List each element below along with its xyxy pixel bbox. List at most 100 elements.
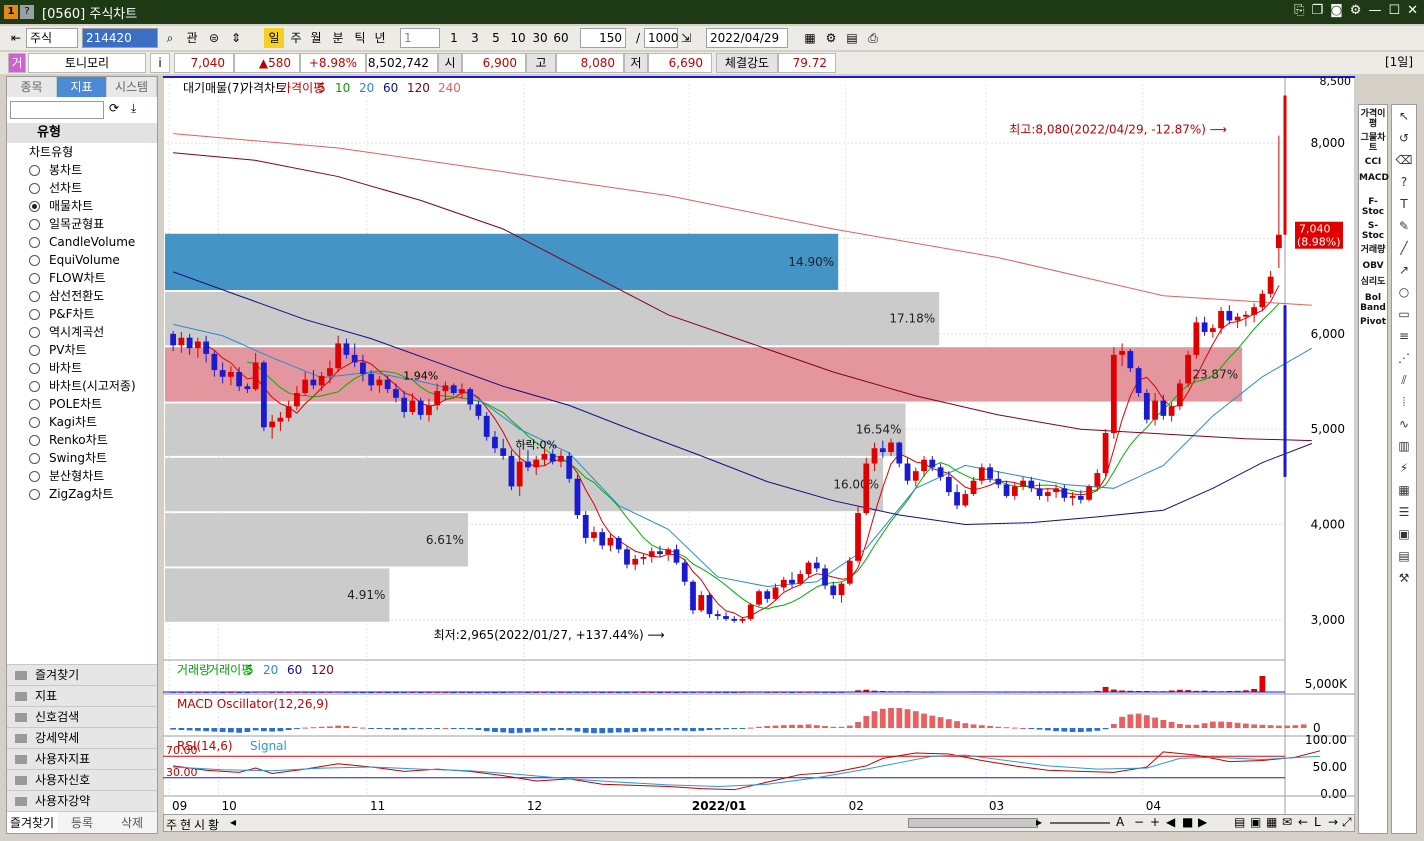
chart-type-option[interactable]: 봉차트 — [7, 161, 157, 179]
scroll-left-icon[interactable]: ◂ — [230, 815, 236, 829]
box-icon[interactable]: ▭ — [1392, 303, 1416, 325]
radio-icon[interactable] — [29, 165, 40, 176]
list-icon[interactable]: ☰ — [1392, 501, 1416, 523]
chart-type-option[interactable]: P&F차트 — [7, 305, 157, 323]
channel-icon[interactable]: ⫽ — [1392, 369, 1416, 391]
bottom-tab-2[interactable]: 현 — [180, 816, 191, 833]
chart-type-option[interactable]: 삼선전환도 — [7, 287, 157, 305]
pointer-icon[interactable]: ↖ — [1392, 105, 1416, 127]
table-icon[interactable]: ▦ — [1266, 815, 1277, 829]
chart-type-option[interactable]: 바차트(시고저종) — [7, 377, 157, 395]
chart-type-option[interactable]: Renko차트 — [7, 431, 157, 449]
left-menu-item[interactable]: 사용자강약 — [7, 790, 157, 811]
updown-icon[interactable]: ⇕ — [226, 28, 246, 48]
excel-icon[interactable]: ▤ — [1234, 815, 1245, 829]
indicator-button[interactable]: F-Stoc — [1359, 197, 1387, 217]
info-icon[interactable]: i — [150, 53, 170, 73]
indicator-button[interactable]: 그물차트 — [1359, 133, 1387, 153]
close-icon[interactable]: ✕ — [1407, 3, 1418, 18]
fibo-icon[interactable]: ≡ — [1392, 325, 1416, 347]
eraser-icon[interactable]: ⌫ — [1392, 149, 1416, 171]
next-icon[interactable]: → — [1328, 815, 1338, 829]
register-button[interactable]: 등록 — [57, 812, 107, 833]
radio-icon[interactable] — [29, 219, 40, 230]
gwan-button[interactable]: 관 — [182, 28, 202, 48]
chart-area[interactable]: 3,000 4,000 5,000 6,000 8,000 8,500 14.90% 17.1… — [163, 76, 1355, 834]
period-tick[interactable]: 틱 — [350, 28, 370, 48]
tree-sub-chart-type[interactable]: 차트유형 — [7, 143, 157, 161]
quick-interval-60[interactable]: 60 — [550, 28, 572, 48]
cycle-icon[interactable]: ⦙ — [1392, 391, 1416, 413]
radio-icon[interactable] — [29, 363, 40, 374]
left-menu-item[interactable]: 강세약세 — [7, 727, 157, 748]
radio-icon[interactable] — [29, 291, 40, 302]
bottom-tab-1[interactable]: 주 — [166, 816, 177, 833]
maximize-icon[interactable]: ☐ — [1388, 3, 1400, 18]
indicator-button[interactable]: OBV — [1359, 261, 1387, 273]
prev-icon[interactable]: ← — [1298, 815, 1308, 829]
config-icon[interactable]: ⚙ — [821, 28, 841, 48]
expand-icon[interactable]: ⤢ — [1342, 815, 1352, 830]
tab-favorites[interactable]: 즐겨찾기 — [7, 812, 57, 833]
link-icon[interactable]: ⎘ — [1294, 3, 1304, 18]
chart-type-option[interactable]: PV차트 — [7, 341, 157, 359]
indicator-button[interactable]: Bol Band — [1359, 293, 1387, 313]
search-icon[interactable]: ⌕ — [160, 28, 180, 48]
quick-interval-30[interactable]: 30 — [529, 28, 551, 48]
chart-type-option[interactable]: EquiVolume — [7, 251, 157, 269]
stop-icon[interactable]: ■ — [1182, 815, 1193, 829]
radio-icon[interactable] — [29, 399, 40, 410]
bottom-tab-4[interactable]: 황 — [208, 816, 219, 833]
play-icon[interactable]: ▶ — [1198, 815, 1207, 829]
tab-stock[interactable]: 종목 — [7, 77, 57, 97]
radio-icon[interactable] — [29, 417, 40, 428]
help-icon[interactable]: ? — [20, 5, 34, 19]
quick-interval-3[interactable]: 3 — [465, 28, 485, 48]
mail-icon[interactable]: ✉ — [1282, 815, 1292, 829]
quick-interval-10[interactable]: 10 — [507, 28, 529, 48]
zoom-plus-icon[interactable]: + — [1150, 815, 1160, 829]
radio-icon[interactable] — [29, 237, 40, 248]
chart-type-option[interactable]: CandleVolume — [7, 233, 157, 251]
quick-interval-1[interactable]: 1 — [444, 28, 464, 48]
step-back-icon[interactable]: ◀ — [1166, 815, 1175, 829]
chart-icon[interactable]: ▥ — [1392, 435, 1416, 457]
radio-icon[interactable] — [29, 273, 40, 284]
left-menu-item[interactable]: 즐겨찾기 — [7, 664, 157, 685]
chart-type-option[interactable]: 일목균형표 — [7, 215, 157, 233]
radio-icon[interactable] — [29, 309, 40, 320]
tree-head-type[interactable]: 유형 — [7, 123, 157, 143]
period-minute[interactable]: 분 — [328, 28, 348, 48]
refresh-icon[interactable]: ⟳ — [109, 101, 119, 115]
download-icon[interactable]: ⤓ — [131, 101, 136, 116]
radio-icon[interactable] — [29, 255, 40, 266]
left-menu-item[interactable]: 신호검색 — [7, 706, 157, 727]
indicator-button[interactable]: MACD — [1359, 173, 1389, 193]
print-icon[interactable]: ⎙ — [863, 28, 883, 48]
gann-icon[interactable]: ⋰ — [1392, 347, 1416, 369]
tab-system[interactable]: 시스템 — [107, 77, 157, 97]
save-icon[interactable]: ▤ — [842, 28, 862, 48]
chart-type-option[interactable]: 바차트 — [7, 359, 157, 377]
chart-type-option[interactable]: 분산형차트 — [7, 467, 157, 485]
delete-button[interactable]: 삭제 — [107, 812, 157, 833]
export-icon[interactable]: ▣ — [1250, 815, 1261, 829]
radio-icon[interactable] — [29, 327, 40, 338]
chart-type-option[interactable]: 역시계곡선 — [7, 323, 157, 341]
line-icon[interactable]: ╱ — [1392, 237, 1416, 259]
undo-icon[interactable]: ↺ — [1392, 127, 1416, 149]
minimize-icon[interactable]: — — [1368, 3, 1381, 18]
period-week[interactable]: 주 — [286, 28, 306, 48]
zoom-minus-icon[interactable]: − — [1134, 815, 1144, 829]
text-icon[interactable]: T — [1392, 193, 1416, 215]
radio-icon[interactable] — [29, 471, 40, 482]
arrow-line-icon[interactable]: ↗ — [1392, 259, 1416, 281]
left-menu-item[interactable]: 지표 — [7, 685, 157, 706]
period-month[interactable]: 월 — [306, 28, 326, 48]
indicator-search-input[interactable] — [10, 101, 104, 119]
count-input[interactable]: 150 — [580, 28, 626, 48]
indicator-button[interactable]: 거래량 — [1359, 245, 1387, 257]
left-menu-item[interactable]: 사용자신호 — [7, 769, 157, 790]
indicator-button[interactable]: CCI — [1359, 157, 1387, 169]
radio-icon[interactable] — [29, 381, 40, 392]
